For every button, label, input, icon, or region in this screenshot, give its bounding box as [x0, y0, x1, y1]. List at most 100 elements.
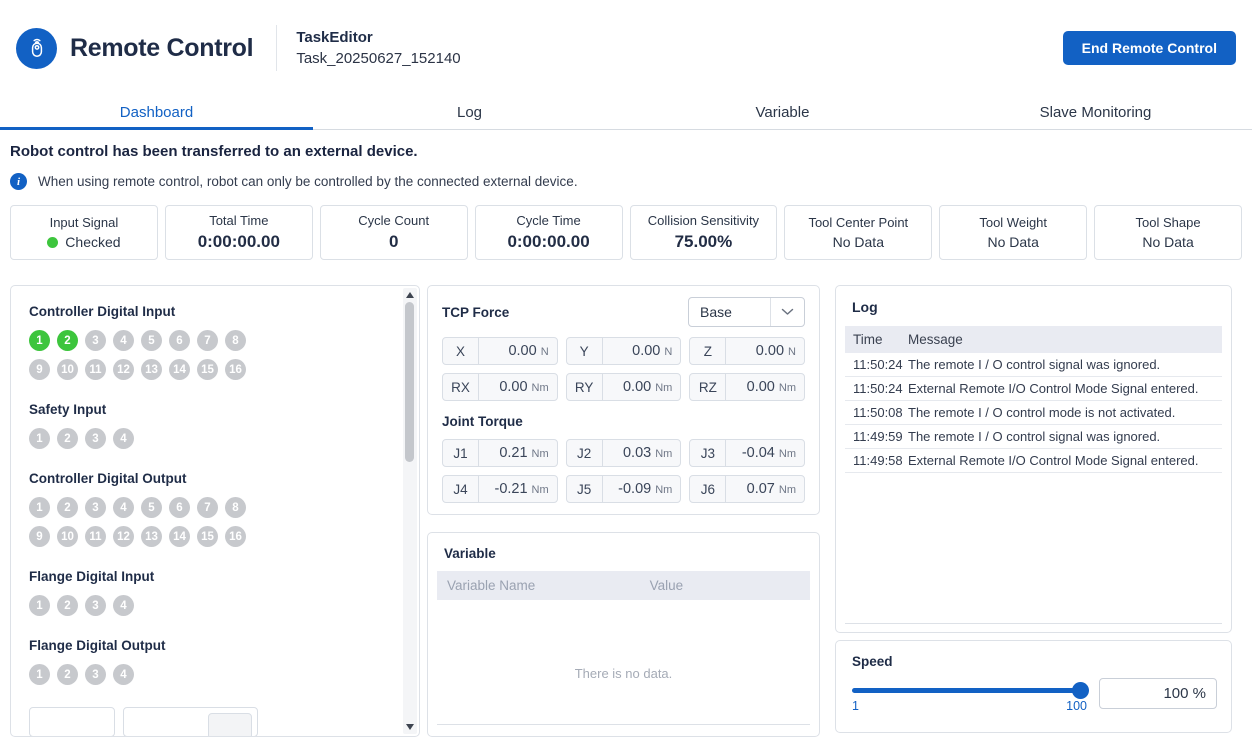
tcp-force-panel: TCP Force Base X0.00NY0.00NZ0.00NRX0.00N…	[427, 285, 820, 515]
field-label: J5	[567, 476, 603, 502]
header-divider	[276, 25, 277, 71]
io-section: Controller Digital Output123456789101112…	[29, 471, 393, 547]
log-panel: Log Time Message 11:50:24The remote I / …	[835, 285, 1232, 633]
speed-max-label: 100	[1066, 699, 1087, 713]
green-status-dot-icon	[47, 237, 58, 248]
task-name: Task_20250627_152140	[296, 50, 460, 67]
io-indicator: 12	[113, 526, 134, 547]
io-indicator: 10	[57, 526, 78, 547]
speed-value-field[interactable]: 100 %	[1099, 678, 1217, 709]
speed-slider-track[interactable]	[852, 688, 1087, 693]
io-bottom-stubs	[29, 707, 393, 737]
tcp-force-title: TCP Force	[442, 305, 509, 320]
io-indicator: 9	[29, 359, 50, 380]
frame-select-dropdown[interactable]: Base	[688, 297, 805, 327]
io-indicator: 13	[141, 359, 162, 380]
scrollbar-thumb[interactable]	[405, 302, 414, 462]
io-stub-field[interactable]	[29, 707, 115, 737]
speed-slider-handle[interactable]	[1072, 682, 1089, 699]
io-indicator: 2	[57, 497, 78, 518]
value-field-rz: RZ0.00Nm	[689, 373, 805, 401]
log-message: External Remote I/O Control Mode Signal …	[908, 453, 1198, 468]
tab-slave-monitoring[interactable]: Slave Monitoring	[939, 96, 1252, 129]
app-header: Remote Control TaskEditor Task_20250627_…	[0, 0, 1252, 96]
scroll-down-icon[interactable]	[406, 724, 414, 730]
tab-variable[interactable]: Variable	[626, 96, 939, 129]
io-stub-field-2[interactable]	[123, 707, 258, 737]
card-label: Cycle Count	[358, 213, 429, 228]
io-indicator: 3	[85, 664, 106, 685]
log-message: The remote I / O control mode is not act…	[908, 405, 1175, 420]
log-message: External Remote I/O Control Mode Signal …	[908, 381, 1198, 396]
value-field-j5: J5-0.09Nm	[566, 475, 682, 503]
io-indicator: 7	[197, 330, 218, 351]
io-indicator: 11	[85, 526, 106, 547]
io-indicator: 4	[113, 428, 134, 449]
log-row: 11:50:24External Remote I/O Control Mode…	[845, 377, 1222, 401]
value-field-rx: RX0.00Nm	[442, 373, 558, 401]
chevron-down-icon[interactable]	[770, 298, 804, 326]
app-title: Remote Control	[70, 34, 253, 63]
status-card-total-time: Total Time0:00:00.00	[165, 205, 313, 260]
card-label: Tool Weight	[979, 215, 1047, 230]
value-field-y: Y0.00N	[566, 337, 682, 365]
status-card-tool-shape: Tool ShapeNo Data	[1094, 205, 1242, 260]
speed-min-label: 1	[852, 699, 859, 713]
io-indicator: 14	[169, 526, 190, 547]
task-type: TaskEditor	[296, 29, 460, 46]
speed-slider[interactable]: 1 100	[852, 678, 1087, 713]
io-indicator-row: 910111213141516	[29, 359, 393, 380]
io-indicator: 2	[57, 330, 78, 351]
io-stub-inner-button[interactable]	[208, 713, 252, 737]
field-unit: N	[541, 346, 549, 358]
value-field-j1: J10.21Nm	[442, 439, 558, 467]
remote-control-logo-icon	[16, 28, 57, 69]
log-time: 11:49:59	[845, 429, 908, 444]
io-section-title: Controller Digital Input	[29, 304, 393, 319]
io-indicator-row: 1234	[29, 595, 393, 616]
tab-dashboard[interactable]: Dashboard	[0, 96, 313, 129]
joint-torque-title: Joint Torque	[442, 414, 805, 429]
end-remote-control-button[interactable]: End Remote Control	[1063, 31, 1236, 65]
io-indicator: 7	[197, 497, 218, 518]
field-label: J4	[443, 476, 479, 502]
io-indicator-row: 1234	[29, 664, 393, 685]
variable-table-bottom-line	[437, 724, 810, 725]
io-panel-scrollbar[interactable]	[403, 288, 417, 734]
status-card-cycle-time: Cycle Time0:00:00.00	[475, 205, 623, 260]
io-indicator: 8	[225, 330, 246, 351]
message-column-header: Message	[908, 332, 963, 347]
status-card-tool-center-point: Tool Center PointNo Data	[784, 205, 932, 260]
io-indicator: 15	[197, 526, 218, 547]
io-indicator: 4	[113, 497, 134, 518]
io-indicator: 1	[29, 664, 50, 685]
field-value: 0.21	[479, 445, 528, 461]
joint-torque-fields: J10.21NmJ20.03NmJ3-0.04NmJ4-0.21NmJ5-0.0…	[442, 439, 805, 503]
card-value: 0	[389, 232, 398, 252]
log-message: The remote I / O control signal was igno…	[908, 429, 1160, 444]
io-indicator: 13	[141, 526, 162, 547]
scroll-up-icon[interactable]	[406, 292, 414, 298]
field-value: 0.00	[726, 343, 784, 359]
field-label: X	[443, 338, 479, 364]
io-indicator: 2	[57, 664, 78, 685]
variable-table-header: Variable Name Value	[437, 571, 810, 600]
io-indicator: 3	[85, 330, 106, 351]
field-value: -0.04	[726, 445, 775, 461]
io-indicator: 4	[113, 330, 134, 351]
field-label: J6	[690, 476, 726, 502]
tab-log[interactable]: Log	[313, 96, 626, 129]
time-column-header: Time	[845, 332, 908, 347]
log-table-header: Time Message	[845, 326, 1222, 353]
log-time: 11:49:58	[845, 453, 908, 468]
io-indicator: 1	[29, 595, 50, 616]
io-indicator: 5	[141, 330, 162, 351]
io-section-title: Flange Digital Output	[29, 638, 393, 653]
value-column-header: Value	[650, 578, 684, 593]
field-unit: N	[788, 346, 796, 358]
io-section: Flange Digital Input1234	[29, 569, 393, 616]
info-icon: i	[10, 173, 27, 190]
io-indicator: 5	[141, 497, 162, 518]
io-section: Flange Digital Output 1234	[29, 638, 393, 685]
dashboard-main: Controller Digital Input1234567891011121…	[10, 285, 1242, 737]
